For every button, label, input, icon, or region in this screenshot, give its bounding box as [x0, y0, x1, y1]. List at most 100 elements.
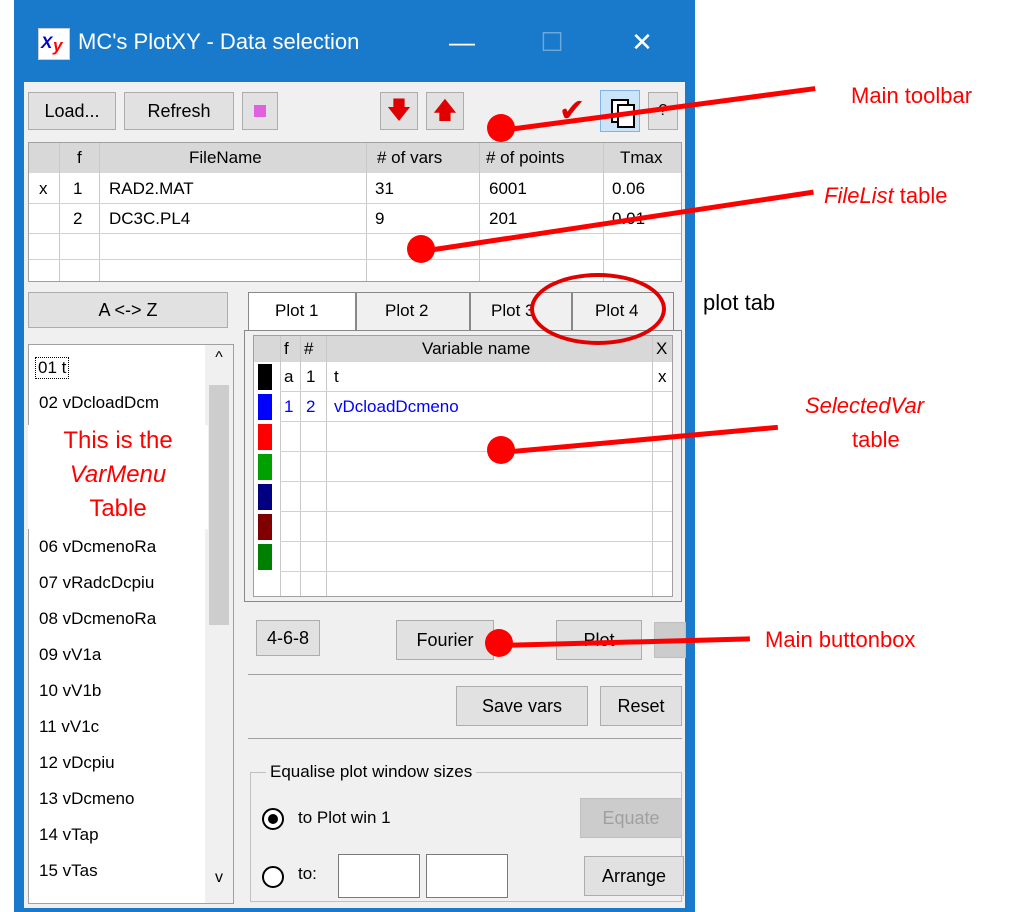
selectedvar-row[interactable] — [254, 452, 672, 482]
selectedvar-row[interactable] — [254, 542, 672, 572]
tab-body: f # Variable name X a 1 t x 1 2 vDcloadDcmeno — [244, 330, 682, 602]
tab-plot-1[interactable]: Plot 1 — [248, 292, 356, 333]
radio-to[interactable] — [262, 866, 284, 888]
filelist-col-f: f — [77, 148, 82, 167]
varmenu-item[interactable]: 06 vDcmenoRa — [39, 537, 156, 557]
color-swatch[interactable] — [258, 364, 272, 390]
leader-dot-selectedvar — [487, 436, 515, 464]
varmenu-item[interactable]: 09 vV1a — [39, 645, 101, 665]
color-button[interactable] — [242, 92, 278, 130]
varmenu-item[interactable]: 08 vDcmenoRa — [39, 609, 156, 629]
selectedvar-row[interactable] — [254, 422, 672, 452]
selectedvar-row[interactable]: 1 2 vDcloadDcmeno — [254, 392, 672, 422]
scroll-down-icon[interactable]: v — [205, 869, 233, 897]
magenta-square-icon — [254, 105, 266, 117]
width-input[interactable] — [338, 854, 420, 898]
radio-to-label: to: — [298, 864, 317, 883]
save-vars-button[interactable]: Save vars — [456, 686, 588, 726]
move-up-button[interactable]: 🡅 — [426, 92, 464, 130]
close-button[interactable]: ✕ — [612, 20, 672, 64]
arrange-button[interactable]: Arrange — [584, 856, 684, 896]
radio-to-plot-win[interactable] — [262, 808, 284, 830]
varmenu-scrollbar[interactable]: ^ v — [205, 345, 233, 903]
varmenu-item[interactable]: 11 vV1c — [39, 717, 99, 737]
leader-dot-filelist — [407, 235, 435, 263]
annotation-plot-tab: plot tab — [703, 290, 776, 315]
filelist-mark: x — [39, 179, 48, 198]
filelist-header: f FileName # of vars # of points Tmax — [29, 143, 681, 173]
fourier-button[interactable]: Fourier — [396, 620, 494, 660]
plot-tab-highlight-ellipse — [530, 273, 666, 345]
varmenu-item[interactable]: 02 vDcloadDcm — [39, 393, 159, 413]
minimize-button[interactable]: — — [432, 20, 492, 64]
color-swatch[interactable] — [258, 394, 272, 420]
scrollbar-thumb[interactable] — [209, 385, 229, 625]
selectedvar-f: 1 — [284, 397, 294, 416]
annotation-selectedvar-italic: SelectedVar — [805, 393, 925, 418]
filelist-name: DC3C.PL4 — [109, 209, 191, 228]
radio-selected-dot — [268, 814, 278, 824]
selectedvar-num: 2 — [306, 397, 316, 416]
selectedvar-name: t — [334, 367, 339, 386]
varmenu-annotation-line3: Table — [89, 495, 147, 522]
selectedvar-col-x: X — [656, 339, 668, 358]
selectedvar-row[interactable] — [254, 512, 672, 542]
height-input[interactable] — [426, 854, 508, 898]
filelist-f: 1 — [73, 179, 83, 198]
reset-button[interactable]: Reset — [600, 686, 682, 726]
varmenu-annotation-line2: VarMenu — [69, 461, 167, 488]
varmenu-item[interactable]: 14 vTap — [39, 825, 99, 845]
window-title: MC's PlotXY - Data selection — [78, 29, 360, 54]
filelist-col-points: # of points — [486, 148, 565, 167]
load-button[interactable]: Load... — [28, 92, 116, 130]
refresh-button[interactable]: Refresh — [124, 92, 234, 130]
filelist-table: f FileName # of vars # of points Tmax x … — [28, 142, 682, 282]
app-icon-y: y — [53, 36, 63, 55]
filelist-points: 6001 — [489, 179, 527, 198]
equalise-group-label: Equalise plot window sizes — [266, 762, 477, 782]
app-icon-x: X — [41, 33, 53, 52]
filelist-f: 2 — [73, 209, 83, 228]
filelist-col-vars: # of vars — [377, 148, 443, 167]
tab-label: Plot 3 — [491, 301, 535, 320]
color-swatch[interactable] — [258, 424, 272, 450]
annotation-main-buttonbox: Main buttonbox — [765, 627, 916, 652]
filelist-col-filename: FileName — [189, 148, 262, 167]
varmenu-item[interactable]: 13 vDcmeno — [39, 789, 134, 809]
scroll-up-icon[interactable]: ^ — [205, 349, 233, 377]
filelist-vars: 9 — [375, 209, 385, 228]
tab-label: Plot 2 — [385, 301, 429, 320]
color-swatch[interactable] — [258, 544, 272, 570]
arrow-up-icon: 🡅 — [432, 97, 458, 124]
varmenu-annotation-line1: This is the — [63, 427, 173, 454]
radio-to-plot-win-label: to Plot win 1 — [298, 808, 391, 827]
filelist-name: RAD2.MAT — [109, 179, 194, 198]
selectedvar-row[interactable] — [254, 482, 672, 512]
arrow-down-icon: 🡇 — [386, 97, 412, 124]
filelist-col-tmax: Tmax — [620, 148, 663, 167]
color-swatch[interactable] — [258, 454, 272, 480]
annotation-filelist: FileList table — [824, 183, 948, 209]
468-button[interactable]: 4-6-8 — [256, 620, 320, 656]
varmenu-item[interactable]: 12 vDcpiu — [39, 753, 115, 773]
varmenu-item[interactable]: 10 vV1b — [39, 681, 101, 701]
filelist-row[interactable]: x 1 RAD2.MAT 31 6001 0.06 — [29, 173, 681, 203]
color-swatch[interactable] — [258, 514, 272, 540]
filelist-vars: 31 — [375, 179, 394, 198]
maximize-button[interactable]: ☐ — [522, 20, 582, 64]
selectedvar-row[interactable]: a1t x — [254, 362, 672, 392]
move-down-button[interactable]: 🡇 — [380, 92, 418, 130]
varmenu-item[interactable]: 07 vRadcDcpiu — [39, 573, 154, 593]
selectedvar-col-name: Variable name — [422, 339, 531, 358]
varmenu-item[interactable]: 15 vTas — [39, 861, 98, 881]
selectedvar-col-num: # — [304, 339, 314, 358]
sort-button[interactable]: A <-> Z — [28, 292, 228, 328]
title-bar[interactable]: X y MC's PlotXY - Data selection — ☐ ✕ — [14, 0, 695, 82]
tab-plot-2[interactable]: Plot 2 — [356, 292, 470, 333]
annotation-filelist-rest: table — [893, 183, 948, 208]
leader-dot-buttonbox — [485, 629, 513, 657]
filelist-tmax: 0.06 — [612, 179, 646, 198]
varmenu-item[interactable]: 01 t — [35, 357, 70, 379]
color-swatch[interactable] — [258, 484, 272, 510]
leader-dot-toolbar — [487, 114, 515, 142]
